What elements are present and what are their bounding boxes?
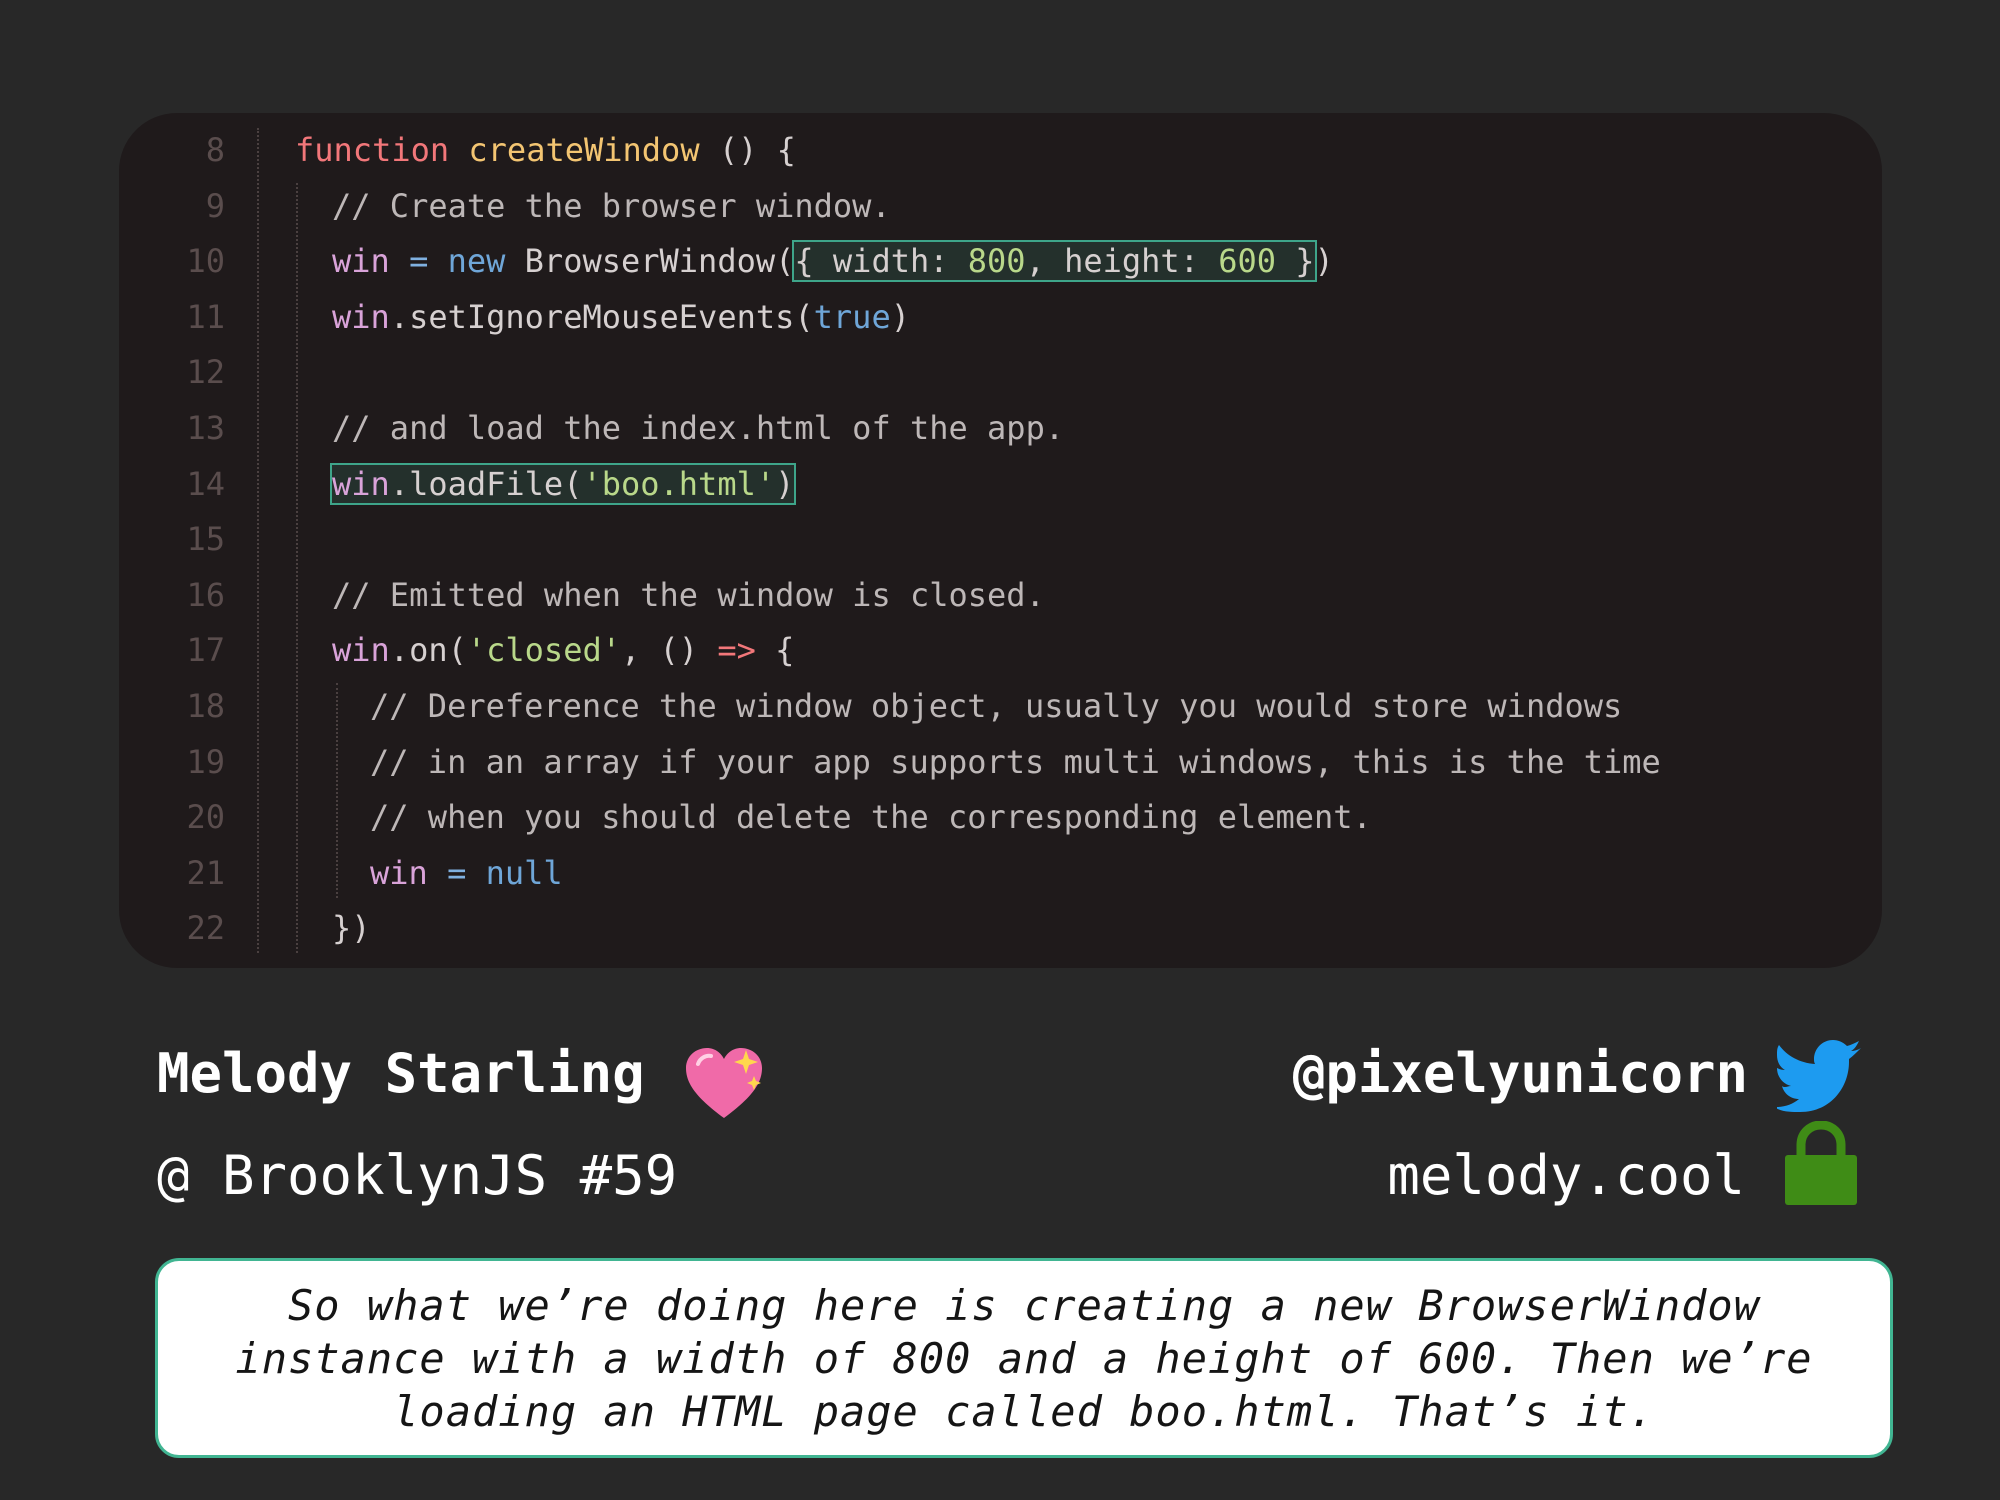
code-token: .setIgnoreMouseEvents( [389,297,814,336]
line-number: 16 [186,575,225,614]
code-text: win.setIgnoreMouseEvents(true) [332,290,910,345]
code-token: 800 [967,242,1026,281]
code-line: 8 function createWindow () { [119,123,1882,178]
code-token: // Dereference the window object, usuall… [370,687,1623,725]
caption-box: So what we’re doing here is creating a n… [155,1258,1893,1458]
highlight-box: { width: 800, height: 600 } [792,240,1317,283]
code-token: createWindow [468,131,700,169]
code-token: 'boo.html' [582,464,776,503]
code-panel: 8 function createWindow () { 9 // Create th… [119,113,1882,968]
line-number: 8 [205,131,225,169]
code-line: 22}) [119,901,1882,956]
code-text: function createWindow () { [295,123,796,178]
website-link[interactable]: melody.cool [1387,1144,1745,1207]
line-number: 10 [186,242,225,281]
code-text: // Dereference the window object, usuall… [370,679,1622,734]
code-line: 9 // Create the browser window. [119,179,1882,234]
code-token: { width: [794,242,968,281]
code-text: }) [332,901,371,956]
event-label: @ BrooklynJS #59 [157,1144,678,1207]
line-number: 12 [186,353,225,392]
line-number: 13 [186,409,225,447]
code-token: = [389,242,448,281]
code-text: // when you should delete the correspond… [370,790,1372,845]
code-token: => [717,631,756,670]
line-number: 11 [186,297,225,336]
code-line: 18 // Dereference the window object, usua… [119,679,1882,734]
code-token: , () [620,631,718,670]
code-token: // Create the browser window. [332,186,891,225]
code-text: win = new BrowserWindow({ width: 800, he… [332,234,1334,289]
code-line: 12 [119,345,1882,400]
sparkling-heart-icon [686,1048,762,1118]
code-token: // in an array if your app supports mult… [370,742,1661,781]
code-token: 600 [1218,242,1277,281]
code-token: ) [775,464,795,503]
code-token: win [332,242,390,281]
code-text: // and load the index.html of the app. [332,401,1064,456]
code-token: ) [1314,242,1334,281]
code-token: { [755,631,795,670]
twitter-bird-icon [1777,1040,1861,1112]
code-text: win.loadFile('boo.html') [329,457,797,512]
line-number: 19 [186,742,225,781]
code-token: BrowserWindow( [505,242,795,281]
line-number: 22 [186,909,225,948]
code-token: win [370,853,428,892]
code-line: 10 win = new BrowserWindow({ width: 800, … [119,234,1882,289]
code-text: // Create the browser window. [332,179,891,234]
line-number: 15 [186,520,225,559]
code-token: function [295,131,469,169]
code-token: } [1276,242,1315,281]
code-token: true [813,297,891,336]
code-line: 11 win.setIgnoreMouseEvents(true) [119,290,1882,345]
lock-icon [1785,1121,1857,1205]
line-number: 17 [186,631,225,670]
code-token: win [332,631,390,670]
highlight-box: win.loadFile('boo.html') [329,462,797,505]
code-token: .loadFile( [389,464,583,503]
line-number: 21 [186,853,225,892]
speaker-name: Melody Starling [157,1042,645,1105]
code-token: () { [699,131,796,169]
code-text: // Emitted when the window is closed. [332,568,1045,623]
code-token: new [447,242,506,281]
line-number: 14 [186,464,225,503]
code-line: 14 win.loadFile('boo.html') [119,457,1882,512]
code-token: }) [332,909,371,948]
code-token: win [332,464,390,503]
code-line: 21 win = null [119,846,1882,901]
code-line: 15 [119,512,1882,567]
code-token: .on( [389,631,467,670]
line-number: 18 [186,687,225,725]
code-token: win [332,297,390,336]
twitter-handle[interactable]: @pixelyunicorn [1293,1042,1748,1105]
code-token: // when you should delete the correspond… [370,798,1372,837]
code-token: // Emitted when the window is closed. [332,575,1045,614]
code-token: , height: [1025,242,1219,281]
code-line: 16 // Emitted when the window is closed. [119,568,1882,623]
code-line: 13 // and load the index.html of the app. [119,401,1882,456]
code-text: // in an array if your app supports mult… [370,735,1661,790]
code-token: = [427,853,486,892]
code-text: win = null [370,846,563,901]
code-line: 20 // when you should delete the correspo… [119,790,1882,845]
code-token: null [485,853,563,892]
line-number: 20 [186,798,225,837]
code-token: // and load the index.html of the app. [332,409,1065,447]
code-text: win.on('closed', () => { [332,623,794,678]
code-line: 19 // in an array if your app supports mu… [119,735,1882,790]
caption-text: So what we’re doing here is creating a n… [235,1280,1813,1436]
code-token: 'closed' [466,631,621,670]
code-token: ) [890,297,910,336]
code-line: 17 win.on('closed', () => { [119,623,1882,678]
line-number: 9 [205,186,225,225]
